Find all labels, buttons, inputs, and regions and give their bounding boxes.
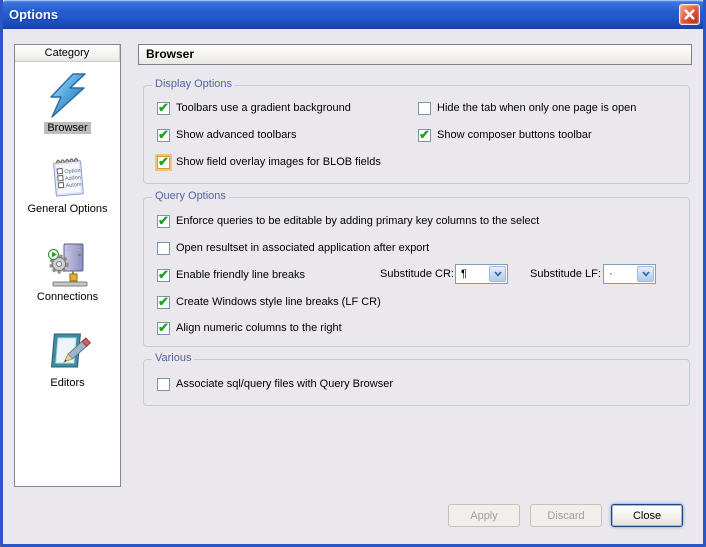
various-group: Various Associate sql/query files with Q… (143, 359, 690, 406)
sidebar-item-label: Editors (47, 377, 87, 389)
advanced-toolbars-checkbox[interactable] (157, 129, 170, 142)
dropdown-button[interactable] (489, 266, 506, 282)
sidebar-item-general-options[interactable]: Option Addon Autom General Options (15, 153, 120, 215)
combo-value: · (604, 265, 636, 283)
sidebar-item-label: Browser (44, 122, 90, 134)
checkbox-label: Hide the tab when only one page is open (437, 102, 636, 114)
discard-button[interactable]: Discard (530, 504, 602, 527)
lightning-icon (44, 72, 92, 120)
composer-buttons-checkbox[interactable] (418, 129, 431, 142)
category-column-header[interactable]: Category (15, 45, 120, 62)
friendly-line-breaks-checkbox[interactable] (157, 269, 170, 282)
substitute-cr-label: Substitude CR: (380, 268, 454, 280)
align-numeric-checkbox[interactable] (157, 322, 170, 335)
group-title: Display Options (152, 78, 235, 90)
page-title: Browser (138, 44, 692, 65)
substitute-lf-select[interactable]: · (603, 264, 656, 284)
category-list: Category Browser (14, 44, 121, 487)
checkbox-label: Enable friendly line breaks (176, 269, 305, 281)
enforce-editable-checkbox[interactable] (157, 215, 170, 228)
query-options-group: Query Options Enforce queries to be edit… (143, 197, 690, 347)
editor-pencil-icon (44, 327, 92, 375)
open-resultset-checkbox[interactable] (157, 242, 170, 255)
titlebar[interactable]: Options (0, 0, 706, 29)
server-gear-icon (44, 241, 92, 289)
substitute-cr-select[interactable]: ¶ (455, 264, 508, 284)
checkbox-label: Associate sql/query files with Query Bro… (176, 378, 393, 390)
checkbox-label: Show composer buttons toolbar (437, 129, 592, 141)
substitute-lf-label: Substitude LF: (530, 268, 601, 280)
group-title: Query Options (152, 190, 229, 202)
windows-line-breaks-checkbox[interactable] (157, 296, 170, 309)
notepad-icon: Option Addon Autom (44, 153, 92, 201)
hide-tab-checkbox[interactable] (418, 102, 431, 115)
checkbox-label: Create Windows style line breaks (LF CR) (176, 296, 381, 308)
sidebar-item-label: General Options (24, 203, 110, 215)
window-title: Options (9, 7, 679, 22)
sidebar-item-connections[interactable]: Connections (15, 241, 120, 303)
options-dialog: Options Category Browser (0, 0, 706, 547)
close-icon (684, 9, 695, 20)
checkbox-label: Open resultset in associated application… (176, 242, 429, 254)
blob-overlay-checkbox[interactable] (157, 156, 170, 169)
dialog-body: Category Browser (3, 29, 703, 541)
dropdown-button[interactable] (637, 266, 654, 282)
chevron-down-icon (494, 271, 502, 277)
checkbox-label: Show advanced toolbars (176, 129, 296, 141)
checkbox-label: Align numeric columns to the right (176, 322, 342, 334)
sidebar-item-label: Connections (34, 291, 101, 303)
toolbars-gradient-checkbox[interactable] (157, 102, 170, 115)
checkbox-label: Show field overlay images for BLOB field… (176, 156, 381, 168)
sidebar-item-browser[interactable]: Browser (15, 72, 120, 134)
apply-button[interactable]: Apply (448, 504, 520, 527)
checkbox-label: Toolbars use a gradient background (176, 102, 351, 114)
checkbox-label: Enforce queries to be editable by adding… (176, 215, 539, 227)
close-button[interactable]: Close (611, 504, 683, 527)
sidebar-item-editors[interactable]: Editors (15, 327, 120, 389)
combo-value: ¶ (456, 265, 488, 283)
display-options-group: Display Options Toolbars use a gradient … (143, 85, 690, 184)
chevron-down-icon (642, 271, 650, 277)
group-title: Various (152, 352, 194, 364)
associate-files-checkbox[interactable] (157, 378, 170, 391)
window-close-button[interactable] (679, 4, 700, 25)
